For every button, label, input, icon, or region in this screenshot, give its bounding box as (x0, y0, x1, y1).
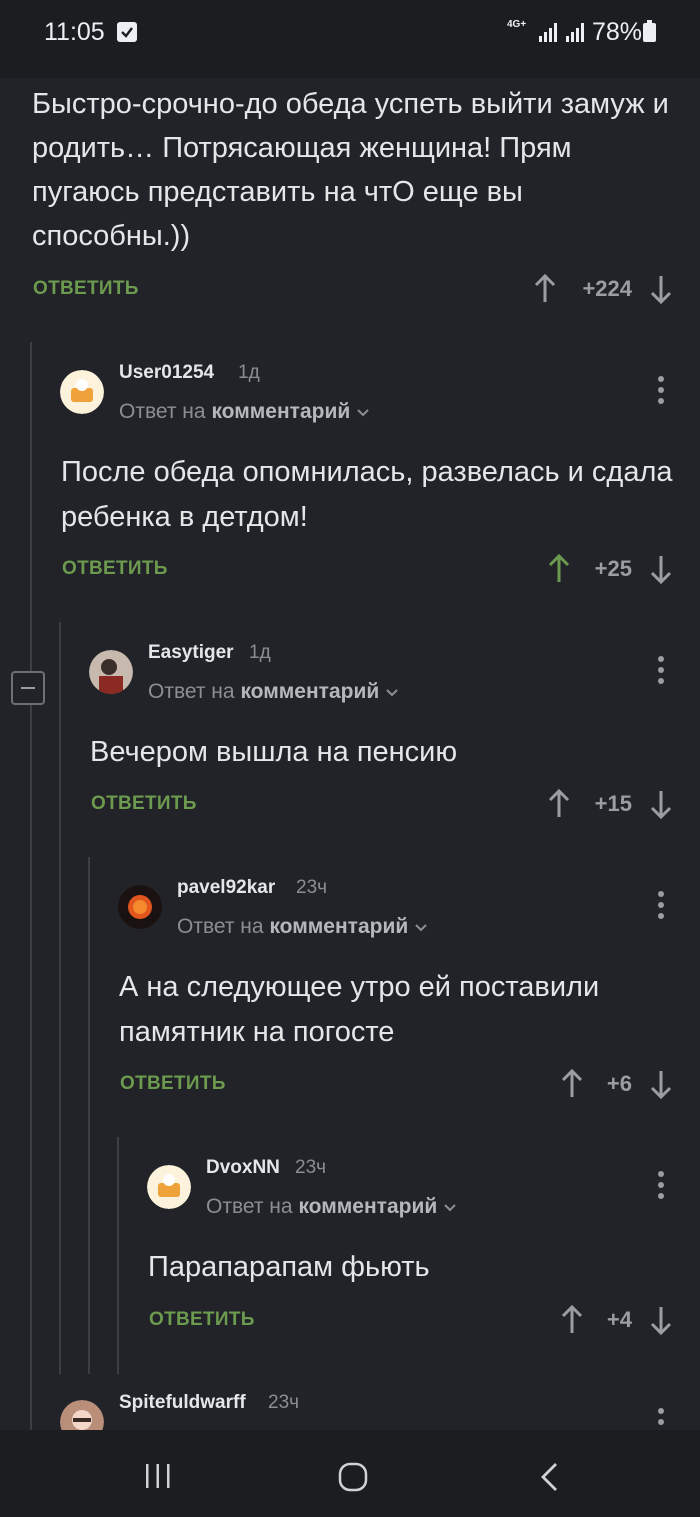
answer-prefix: Ответ на (119, 400, 206, 423)
comment-score: +15 (594, 791, 632, 816)
comment-thread: Быстро-срочно-до обеда успеть выйти заму… (0, 78, 700, 1430)
upvote-arrow-icon[interactable] (533, 274, 557, 304)
collapse-thread-button[interactable] (11, 671, 45, 705)
back-icon[interactable] (538, 1461, 562, 1493)
avatar[interactable] (118, 885, 162, 929)
comment-text: Быстро-срочно-до обеда успеть выйти заму… (32, 88, 669, 252)
navigation-bar (0, 1430, 700, 1517)
upvote-arrow-icon[interactable] (560, 1069, 584, 1099)
downvote-arrow-icon[interactable] (649, 1305, 673, 1335)
comment-text: Вечером вышла на пенсию (90, 736, 458, 768)
avatar[interactable] (147, 1165, 191, 1209)
username[interactable]: DvoxNN (206, 1157, 280, 1179)
thread-line (59, 622, 61, 1374)
reply-button[interactable]: ОТВЕТИТЬ (149, 1309, 255, 1331)
answer-prefix: Ответ на (177, 915, 264, 938)
comment-text: Парапарапам фьють (148, 1251, 430, 1283)
more-options-icon[interactable] (658, 656, 664, 686)
username[interactable]: User01254 (119, 362, 214, 384)
downvote-arrow-icon[interactable] (649, 274, 673, 304)
more-options-icon[interactable] (658, 1171, 664, 1201)
checkbox-notification-icon (117, 22, 137, 42)
comment-age: 1д (249, 642, 271, 663)
battery-icon (643, 20, 656, 42)
chevron-down-icon (415, 924, 427, 932)
thread-line (88, 857, 90, 1374)
chevron-down-icon (357, 409, 369, 417)
avatar[interactable] (89, 650, 133, 694)
downvote-arrow-icon[interactable] (649, 1069, 673, 1099)
chevron-down-icon (444, 1204, 456, 1212)
comment-age: 23ч (295, 1157, 327, 1178)
answer-prefix: Ответ на (206, 1195, 293, 1218)
thread-line (30, 342, 32, 1430)
comment-age: 23ч (296, 877, 328, 898)
recent-apps-icon[interactable] (143, 1462, 173, 1490)
upvote-arrow-icon[interactable] (547, 789, 571, 819)
reply-button[interactable]: ОТВЕТИТЬ (62, 558, 168, 580)
comment-score: +224 (582, 276, 632, 301)
answer-to[interactable]: Ответ на комментарий (148, 680, 399, 704)
status-bar: 11:05 4G+ 78% (0, 0, 700, 78)
answer-to[interactable]: Ответ на комментарий (206, 1195, 457, 1219)
upvote-arrow-icon[interactable] (547, 554, 571, 584)
avatar[interactable] (60, 1400, 104, 1430)
answer-link[interactable]: комментарий (269, 915, 408, 938)
thread-line (117, 1137, 119, 1374)
username[interactable]: Easytiger (148, 642, 234, 664)
username[interactable]: Spitefuldwarff (119, 1392, 246, 1414)
answer-to[interactable]: Ответ на комментарий (177, 915, 428, 939)
comment-score: +6 (606, 1071, 632, 1096)
more-options-icon[interactable] (658, 376, 664, 406)
answer-link[interactable]: комментарий (240, 680, 379, 703)
signal-icon (539, 23, 557, 42)
comment-age: 1д (238, 362, 260, 383)
reply-button[interactable]: ОТВЕТИТЬ (120, 1073, 226, 1095)
battery-percent: 78% (592, 18, 643, 46)
home-icon[interactable] (337, 1461, 369, 1493)
downvote-arrow-icon[interactable] (649, 789, 673, 819)
comment-text: После обеда опомнилась, развелась и сдал… (61, 456, 673, 533)
reply-button[interactable]: ОТВЕТИТЬ (33, 278, 139, 300)
answer-prefix: Ответ на (148, 680, 235, 703)
comment-text: А на следующее утро ей поставили памятни… (119, 971, 600, 1048)
more-options-icon[interactable] (658, 891, 664, 921)
comment-age: 23ч (268, 1392, 300, 1413)
answer-link[interactable]: комментарий (298, 1195, 437, 1218)
answer-to[interactable]: Ответ на комментарий (119, 400, 370, 424)
avatar[interactable] (60, 370, 104, 414)
signal-icon-2 (566, 23, 584, 42)
comment-score: +4 (606, 1307, 632, 1332)
upvote-arrow-icon[interactable] (560, 1305, 584, 1335)
more-options-icon[interactable] (658, 1408, 664, 1430)
downvote-arrow-icon[interactable] (649, 554, 673, 584)
status-time: 11:05 (44, 18, 105, 46)
network-type: 4G+ (507, 19, 527, 30)
chevron-down-icon (386, 689, 398, 697)
reply-button[interactable]: ОТВЕТИТЬ (91, 793, 197, 815)
answer-link[interactable]: комментарий (211, 400, 350, 423)
username[interactable]: pavel92kar (177, 877, 275, 899)
comment-score: +25 (594, 556, 632, 581)
